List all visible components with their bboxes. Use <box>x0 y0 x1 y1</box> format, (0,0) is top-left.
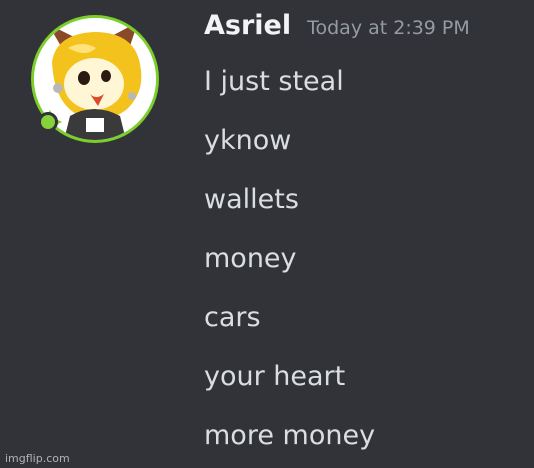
author-username[interactable]: Asriel <box>204 10 291 41</box>
message-timestamp[interactable]: Today at 2:39 PM <box>307 17 470 39</box>
message-line: wallets <box>204 184 299 215</box>
message-line: I just steal <box>204 66 344 97</box>
message-content: I just steal yknow wallets money cars yo… <box>204 58 375 468</box>
watermark: imgflip.com <box>5 452 70 465</box>
chat-window: Asriel Today at 2:39 PM I just steal ykn… <box>0 0 534 468</box>
status-indicator-icon <box>38 112 58 132</box>
chat-message: Asriel Today at 2:39 PM I just steal ykn… <box>0 0 534 468</box>
message-line: more money <box>204 420 376 451</box>
message-line: yknow <box>204 125 292 156</box>
message-header: Asriel Today at 2:39 PM <box>204 10 470 50</box>
message-line: your heart <box>204 361 346 392</box>
message-line: money <box>204 243 297 274</box>
message-line: cars <box>204 302 261 333</box>
